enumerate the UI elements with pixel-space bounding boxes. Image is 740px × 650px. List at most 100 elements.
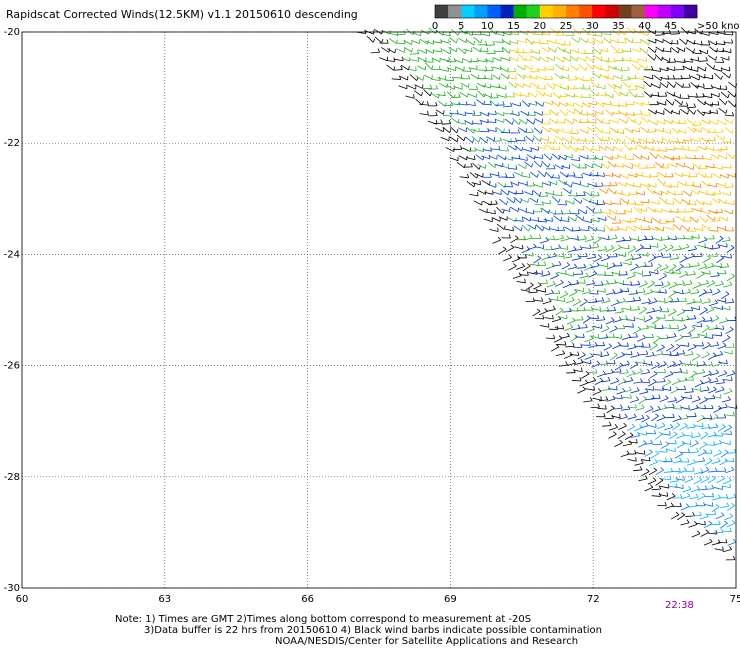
wind-barb [510,237,519,244]
wind-barb [475,154,484,161]
wind-barb [573,108,582,115]
wind-barb [652,238,662,242]
wind-barb-flag [731,227,734,232]
wind-barb [463,48,473,53]
wind-barb [712,265,722,268]
wind-barb [656,300,666,303]
wind-barb [690,291,700,295]
wind-barb-flag [733,493,737,498]
wind-barb [611,29,620,36]
wind-barb-flag [637,432,640,436]
wind-barb-flag [467,173,469,178]
wind-barb [691,355,700,361]
wind-barb [694,425,704,428]
wind-barb [686,462,696,466]
wind-barb-flag [724,520,728,524]
wind-barb [452,148,462,151]
wind-barb-flag [485,66,488,71]
wind-barb-flag [689,172,691,177]
wind-barb-flag [635,145,638,150]
wind-barb [497,86,507,90]
wind-barb-flag [678,415,682,419]
wind-barb-flag [638,127,641,132]
wind-barb [547,39,557,44]
wind-barb-flag [599,377,604,381]
wind-barb [570,136,579,143]
wind-barb [701,224,710,230]
wind-barb-flag [556,119,558,124]
wind-barb-flag [582,351,586,356]
wind-barb [570,336,578,343]
wind-barb [543,219,553,222]
wind-barb [602,425,612,427]
wind-barb-flag [672,403,675,408]
wind-barb-flag [684,119,687,124]
wind-barb [691,398,701,403]
wind-barb-flag [622,324,626,329]
wind-barb-flag [671,316,675,321]
wind-barb [592,397,602,401]
wind-barb [550,275,559,280]
wind-barb-flag [582,333,585,338]
wind-barb [614,311,624,314]
wind-barb-flag [699,511,702,516]
wind-barb [700,433,709,440]
wind-barb [553,194,563,197]
wind-barb-flag [393,66,396,71]
wind-barb [672,424,680,431]
wind-barb-flag [596,243,600,248]
wind-barb [602,37,611,44]
wind-barb [677,514,685,521]
wind-barb-flag [624,413,628,418]
wind-barb-flag [699,164,701,169]
wind-barb [712,363,722,367]
wind-barb-flag [561,234,565,239]
wind-barb [644,451,653,457]
wind-barb-flag [663,404,667,409]
wind-barb [442,49,451,55]
wind-barb [391,78,401,80]
wind-barb [518,53,526,61]
wind-barb-flag [711,74,714,80]
wind-barb-flag [605,360,608,365]
wind-barb [644,76,653,80]
wind-barb-flag [562,136,564,141]
wind-barb-flag [607,136,610,141]
wind-barb-flag [475,85,478,90]
wind-barb [589,246,599,249]
wind-barb [537,76,546,80]
wind-barb [536,145,546,150]
wind-barb [532,135,541,142]
wind-barb-flag [578,156,581,161]
wind-barb-flag [602,341,606,346]
wind-barb [657,171,666,178]
wind-barb-flag [708,370,712,374]
wind-barb [579,301,588,307]
wind-barb-flag [547,323,550,328]
wind-barb [677,181,686,186]
wind-barb-flag [431,65,434,70]
wind-barb-flag [556,296,559,301]
wind-barb-flag [614,234,618,239]
wind-barb-flag [641,404,645,409]
wind-barb [696,109,704,117]
wind-barb-flag [652,307,656,312]
wind-barb [458,155,467,161]
wind-barb [724,186,734,188]
wind-barb-flag [693,48,695,53]
wind-barb [665,346,675,352]
wind-barb-flag [609,209,611,215]
wind-barb [466,103,476,106]
wind-barb-flag [635,457,637,462]
wind-barb-flag [572,120,575,125]
wind-barb [723,351,733,355]
wind-barb [595,101,604,108]
wind-barb [722,337,731,343]
wind-barb-flag [552,65,555,71]
wind-barb [711,460,721,465]
wind-barb-flag [708,298,711,302]
wind-barb-flag [650,82,653,88]
wind-barb-flag [693,110,696,115]
wind-barb-flag [687,448,691,453]
wind-barb-flag [615,377,620,382]
